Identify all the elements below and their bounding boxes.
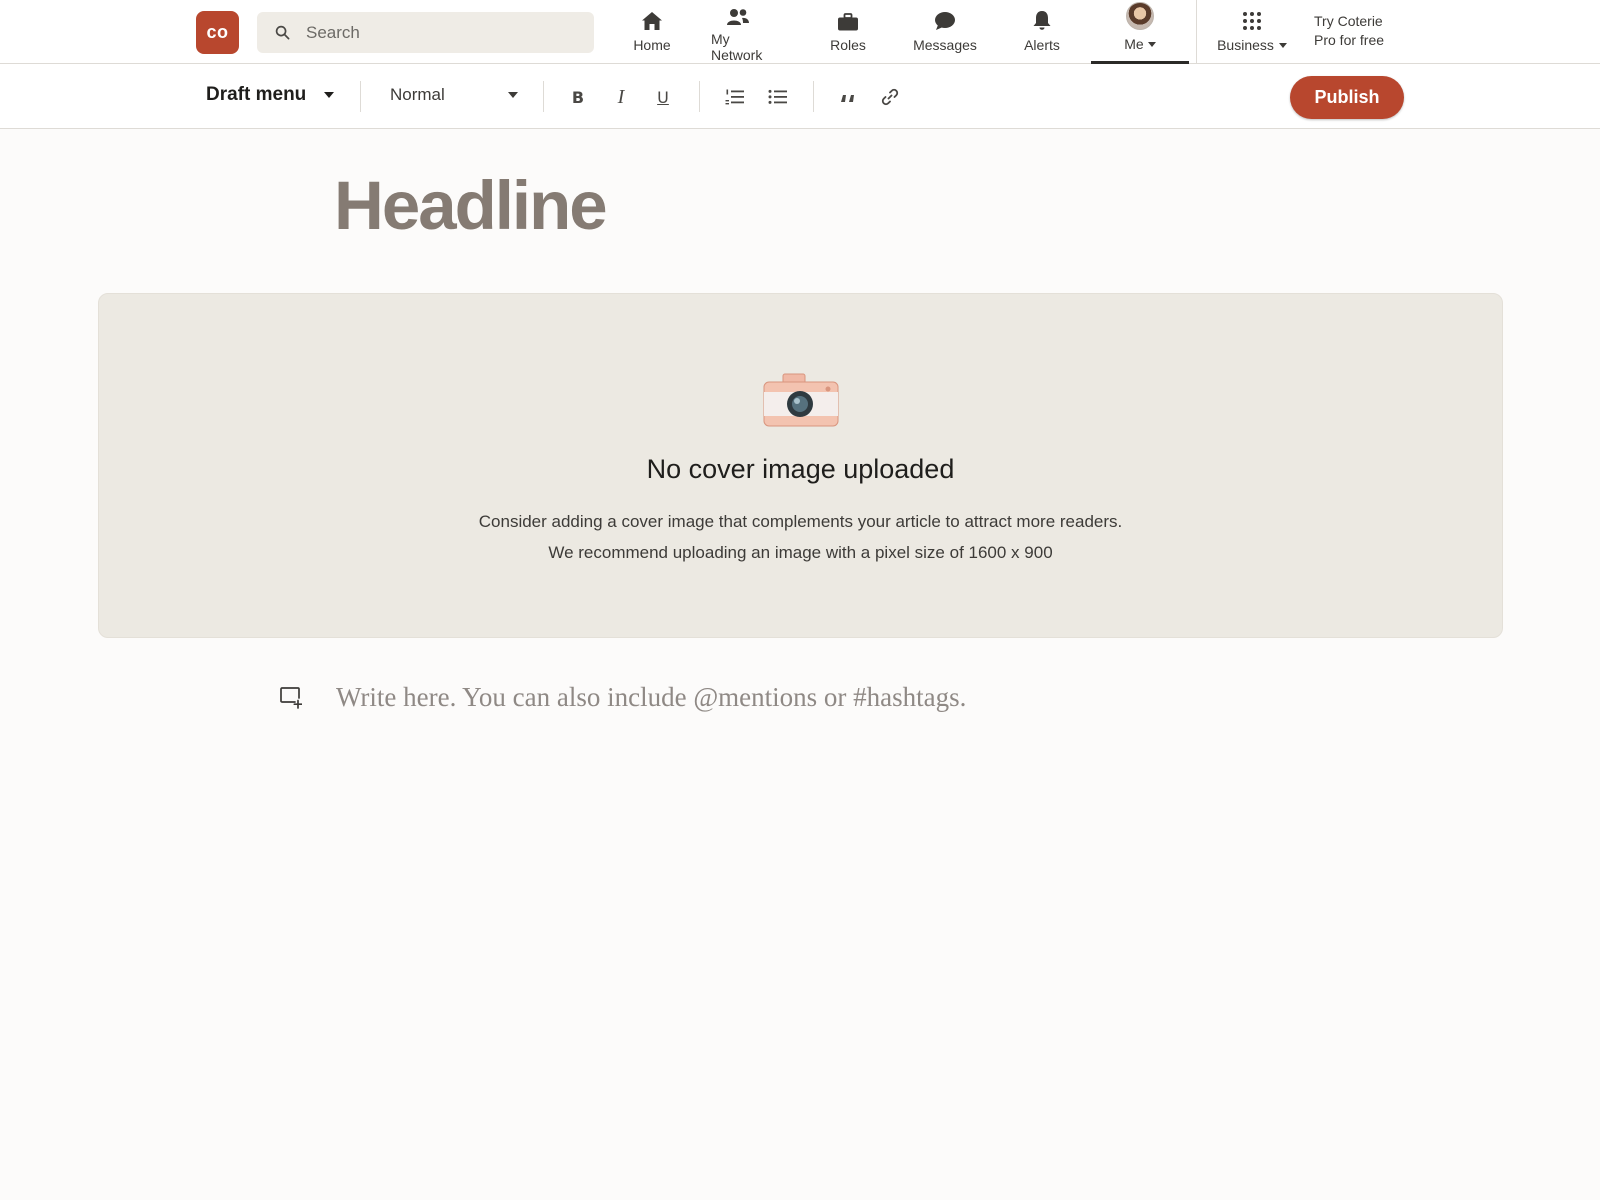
- cover-image-dropzone[interactable]: No cover image uploaded Consider adding …: [98, 293, 1503, 638]
- briefcase-icon: [838, 13, 858, 31]
- app-logo[interactable]: co: [196, 11, 239, 54]
- cover-description: Consider adding a cover image that compl…: [99, 506, 1502, 568]
- nav-my-network[interactable]: My Network: [711, 0, 773, 64]
- article-body-input[interactable]: [334, 681, 1238, 714]
- nav-me-label: Me: [1124, 36, 1144, 52]
- toolbar-divider: [543, 81, 544, 112]
- toolbar-divider: [360, 81, 361, 112]
- grid-icon: [1243, 12, 1261, 30]
- caret-down-icon: [508, 92, 518, 98]
- draft-menu-dropdown[interactable]: Draft menu: [206, 84, 335, 106]
- nav-home[interactable]: Home: [632, 0, 672, 64]
- underline-button[interactable]: U: [650, 84, 676, 110]
- quote-icon: [841, 95, 854, 102]
- draft-menu-label: Draft menu: [206, 84, 307, 105]
- link-button[interactable]: [877, 84, 903, 110]
- nav-home-label: Home: [633, 37, 671, 53]
- top-navigation: co Home My Network: [0, 0, 1600, 64]
- quote-button[interactable]: [835, 84, 861, 110]
- text-style-label: Normal: [390, 85, 445, 104]
- bold-button[interactable]: B: [565, 84, 591, 110]
- nav-roles[interactable]: Roles: [826, 0, 870, 64]
- bullet-list-icon: [768, 89, 787, 104]
- people-icon: [727, 9, 749, 25]
- publish-button[interactable]: Publish: [1290, 76, 1404, 119]
- nav-alerts[interactable]: Alerts: [1020, 0, 1064, 64]
- numbered-list-icon: [725, 89, 744, 105]
- toolbar-divider: [699, 81, 700, 112]
- toolbar-divider: [813, 81, 814, 112]
- nav-messages-label: Messages: [913, 37, 977, 53]
- text-style-dropdown[interactable]: Normal: [390, 85, 518, 105]
- caret-down-icon: [324, 92, 335, 98]
- search-bar[interactable]: [257, 12, 594, 53]
- italic-button[interactable]: I: [608, 84, 634, 110]
- link-icon: [881, 88, 899, 106]
- cover-title: No cover image uploaded: [646, 454, 955, 484]
- nav-business[interactable]: Business: [1212, 0, 1292, 64]
- try-pro-link[interactable]: Try Coterie Pro for free: [1314, 12, 1384, 50]
- bell-icon: [1033, 11, 1051, 30]
- add-media-icon[interactable]: [280, 687, 302, 709]
- cover-description-line: We recommend uploading an image with a p…: [548, 543, 1053, 562]
- avatar: [1126, 2, 1154, 30]
- camera-icon: [763, 373, 839, 427]
- nav-my-network-label: My Network: [711, 31, 763, 63]
- home-icon: [642, 12, 662, 30]
- caret-down-icon: [1147, 41, 1156, 47]
- numbered-list-button[interactable]: [722, 84, 748, 110]
- nav-alerts-label: Alerts: [1024, 37, 1060, 53]
- editor-toolbar: Draft menu Normal B I U Publish: [0, 64, 1600, 129]
- nav-business-label: Business: [1217, 37, 1274, 53]
- search-input[interactable]: [304, 21, 568, 44]
- caret-down-icon: [1278, 42, 1287, 48]
- bullet-list-button[interactable]: [765, 84, 791, 110]
- search-icon: [275, 25, 290, 40]
- cover-description-line: Consider adding a cover image that compl…: [478, 512, 1123, 531]
- chat-bubble-icon: [935, 12, 955, 30]
- nav-me[interactable]: Me: [1091, 0, 1189, 64]
- headline-input[interactable]: Headline: [334, 166, 608, 246]
- nav-messages[interactable]: Messages: [910, 0, 980, 64]
- nav-divider: [1196, 0, 1197, 64]
- nav-roles-label: Roles: [830, 37, 866, 53]
